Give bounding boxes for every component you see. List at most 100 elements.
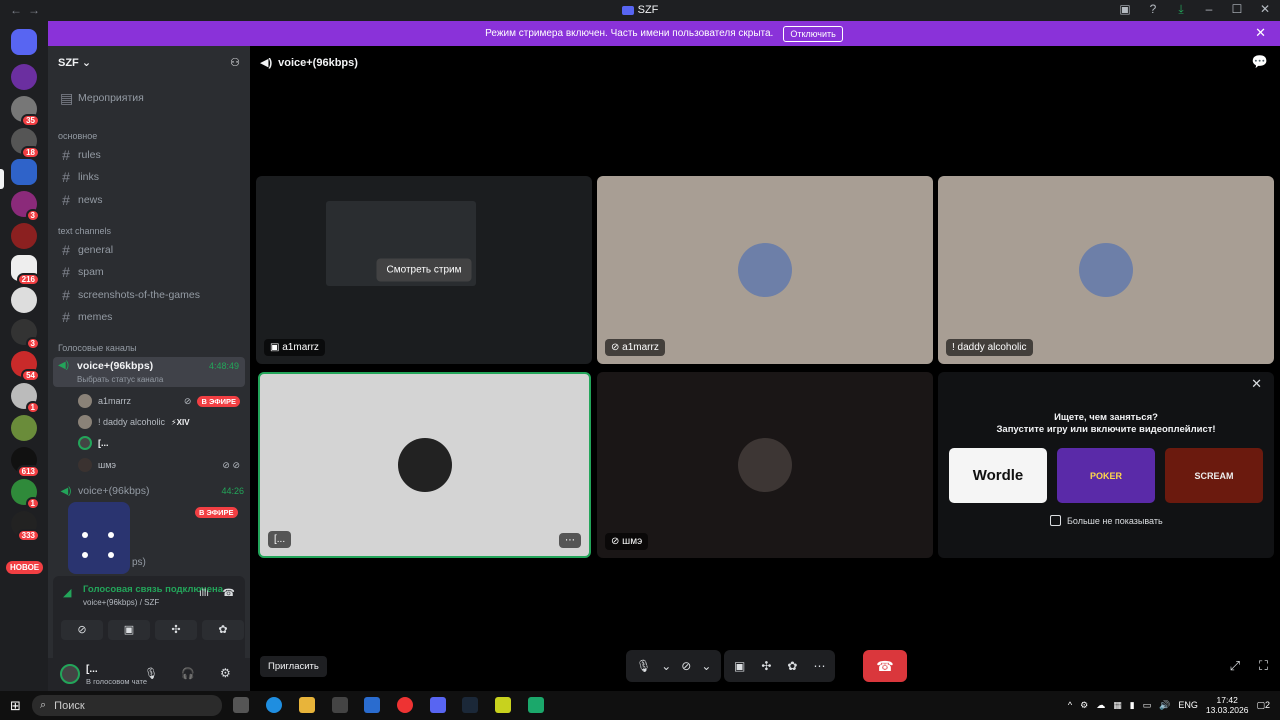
guild-icon[interactable]: 3 <box>11 319 40 350</box>
voice-user[interactable]: [... <box>78 436 109 450</box>
app-icon[interactable] <box>495 697 511 713</box>
voice-channel-active[interactable]: ◀) voice+(96kbps) 4:48:49 Выбрать статус… <box>53 357 245 387</box>
voice-user[interactable]: a1marrz ⊘ В ЭФИРЕ <box>78 394 240 408</box>
guild-icon[interactable]: 1 <box>11 479 40 510</box>
fullscreen-icon[interactable]: ⛶ <box>1259 658 1268 674</box>
explorer-icon[interactable] <box>299 697 315 713</box>
user-tile-speaking[interactable]: [... ⋯ <box>258 372 591 558</box>
server-header[interactable]: SZF ⌄ ⚇ <box>48 46 250 78</box>
stream-tile[interactable]: Смотреть стрим ▣ a1marrz <box>256 176 592 364</box>
tray-icon[interactable]: ▦ <box>1113 700 1122 711</box>
poker-card[interactable]: POKER <box>1057 448 1155 503</box>
popout-icon[interactable]: ⤢ <box>1230 658 1240 674</box>
chevron-down-icon[interactable]: ⌄ <box>701 659 711 673</box>
avatar[interactable] <box>60 664 80 684</box>
category-voice[interactable]: Голосовые каналы <box>58 343 137 353</box>
close-icon[interactable]: ✕ <box>1255 25 1266 41</box>
category-text[interactable]: text channels <box>58 226 111 236</box>
steam-icon[interactable] <box>462 697 478 713</box>
app-icon[interactable] <box>528 697 544 713</box>
guild-icon[interactable]: 35 <box>11 96 40 127</box>
voice-user[interactable]: шмэ ⊘ ⊘ <box>78 458 240 472</box>
user-tile[interactable]: ! daddy alcoholic <box>938 176 1274 364</box>
download-icon[interactable]: ⤓ <box>1174 2 1188 17</box>
store-icon[interactable] <box>332 697 348 713</box>
channel-general[interactable]: # general <box>58 240 244 260</box>
guild-icon[interactable]: 18 <box>11 128 40 159</box>
guild-icon[interactable] <box>11 64 37 90</box>
mic-control[interactable]: 🎙 ⌄ ⊘ ⌄ <box>626 650 722 682</box>
chevron-down-icon[interactable]: ⌄ <box>661 659 671 673</box>
watch-stream-button[interactable]: Смотреть стрим <box>376 258 472 282</box>
disable-streamer-button[interactable]: Отключить <box>783 25 843 42</box>
tray-icon[interactable]: ☁ <box>1096 700 1105 711</box>
microphone-icon[interactable]: 🎙 <box>636 659 651 673</box>
guild-icon[interactable]: 333 <box>11 511 40 542</box>
windows-start-icon[interactable]: ⊞ <box>10 698 21 714</box>
chat-icon[interactable]: 💬 <box>1252 54 1268 70</box>
user-tile[interactable]: ⊘ a1marrz <box>597 176 933 364</box>
help-icon[interactable]: ? <box>1146 2 1160 17</box>
channel-news[interactable]: # news <box>58 190 244 210</box>
soundboard-icon[interactable]: ✿ <box>787 659 797 673</box>
hang-up-button[interactable]: ☎ <box>863 650 907 682</box>
volume-icon[interactable]: 🔊 <box>1159 700 1170 711</box>
edge-icon[interactable] <box>266 697 282 713</box>
headphones-icon[interactable]: 🎧 <box>181 667 195 680</box>
camera-button[interactable]: ⊘ <box>61 620 103 640</box>
mail-icon[interactable] <box>364 697 380 713</box>
gear-icon[interactable]: ⚙ <box>220 666 231 680</box>
guild-icon[interactable]: 613 <box>11 447 40 478</box>
channel-memes[interactable]: # memes <box>58 307 244 327</box>
language-indicator[interactable]: ENG <box>1178 700 1198 710</box>
soundboard-button[interactable]: ✿ <box>202 620 244 640</box>
minimize-button[interactable]: – <box>1202 2 1216 17</box>
screen-share-icon[interactable]: ▣ <box>734 659 745 673</box>
channel-screenshots[interactable]: # screenshots-of-the-games <box>58 285 244 305</box>
inbox-icon[interactable]: ▣ <box>1118 2 1132 17</box>
maximize-button[interactable]: ☐ <box>1230 2 1244 17</box>
close-icon[interactable]: ✕ <box>1251 376 1262 392</box>
scream-card[interactable]: SCREAM <box>1165 448 1263 503</box>
more-options-icon[interactable]: ⋯ <box>559 533 581 548</box>
guild-icon[interactable] <box>11 415 37 441</box>
discord-home-icon[interactable] <box>11 29 37 55</box>
channel-links[interactable]: # links <box>58 167 244 187</box>
network-icon[interactable]: ▭ <box>1143 700 1152 711</box>
guild-icon[interactable]: 1 <box>11 383 40 414</box>
disconnect-icon[interactable]: ☎ <box>223 588 235 599</box>
task-view-icon[interactable] <box>233 697 249 713</box>
user-tile[interactable]: ⊘ шмэ <box>597 372 933 558</box>
channel-rules[interactable]: # rules <box>58 145 244 165</box>
screen-share-button[interactable]: ▣ <box>108 620 150 640</box>
channel-spam[interactable]: # spam <box>58 262 244 282</box>
camera-off-icon[interactable]: ⊘ <box>681 659 691 673</box>
chevron-up-icon[interactable]: ^ <box>1068 700 1072 710</box>
wordle-card[interactable]: Wordle <box>949 448 1047 503</box>
close-button[interactable]: ✕ <box>1258 2 1272 17</box>
guild-icon[interactable] <box>11 223 37 249</box>
add-member-icon[interactable]: ⚇ <box>230 56 240 69</box>
noise-icon[interactable]: ıllı <box>199 588 209 599</box>
voice-channel-2[interactable]: ◀) voice+(96kbps) 44:26 <box>58 481 244 501</box>
guild-icon[interactable] <box>11 287 37 313</box>
activities-icon[interactable]: ✣ <box>761 659 771 673</box>
guild-icon[interactable]: 54 <box>11 351 40 382</box>
clock[interactable]: 17:42 13.03.2026 <box>1206 695 1249 715</box>
discord-taskbar-icon[interactable] <box>430 697 446 713</box>
invite-button[interactable]: Пригласить <box>260 656 327 677</box>
events-item[interactable]: ▤ Мероприятия <box>58 88 244 108</box>
yandex-icon[interactable] <box>397 697 413 713</box>
microphone-icon[interactable]: 🎙 <box>144 667 158 680</box>
category-main[interactable]: основное <box>58 131 97 141</box>
voice-user[interactable]: ! daddy alcoholic ⚡XIV <box>78 415 190 429</box>
dont-show-checkbox[interactable]: Больше не показывать <box>1050 515 1163 526</box>
notifications-icon[interactable]: ▢2 <box>1256 700 1270 711</box>
tray-icon[interactable]: ⚙ <box>1080 700 1088 711</box>
more-icon[interactable]: ⋯ <box>813 659 825 673</box>
guild-icon[interactable]: 216 <box>11 255 40 286</box>
battery-icon[interactable]: ▮ <box>1130 700 1135 711</box>
guild-icon[interactable]: 3 <box>11 191 40 222</box>
activities-button[interactable]: ✣ <box>155 620 197 640</box>
guild-icon-szf[interactable] <box>11 159 37 185</box>
